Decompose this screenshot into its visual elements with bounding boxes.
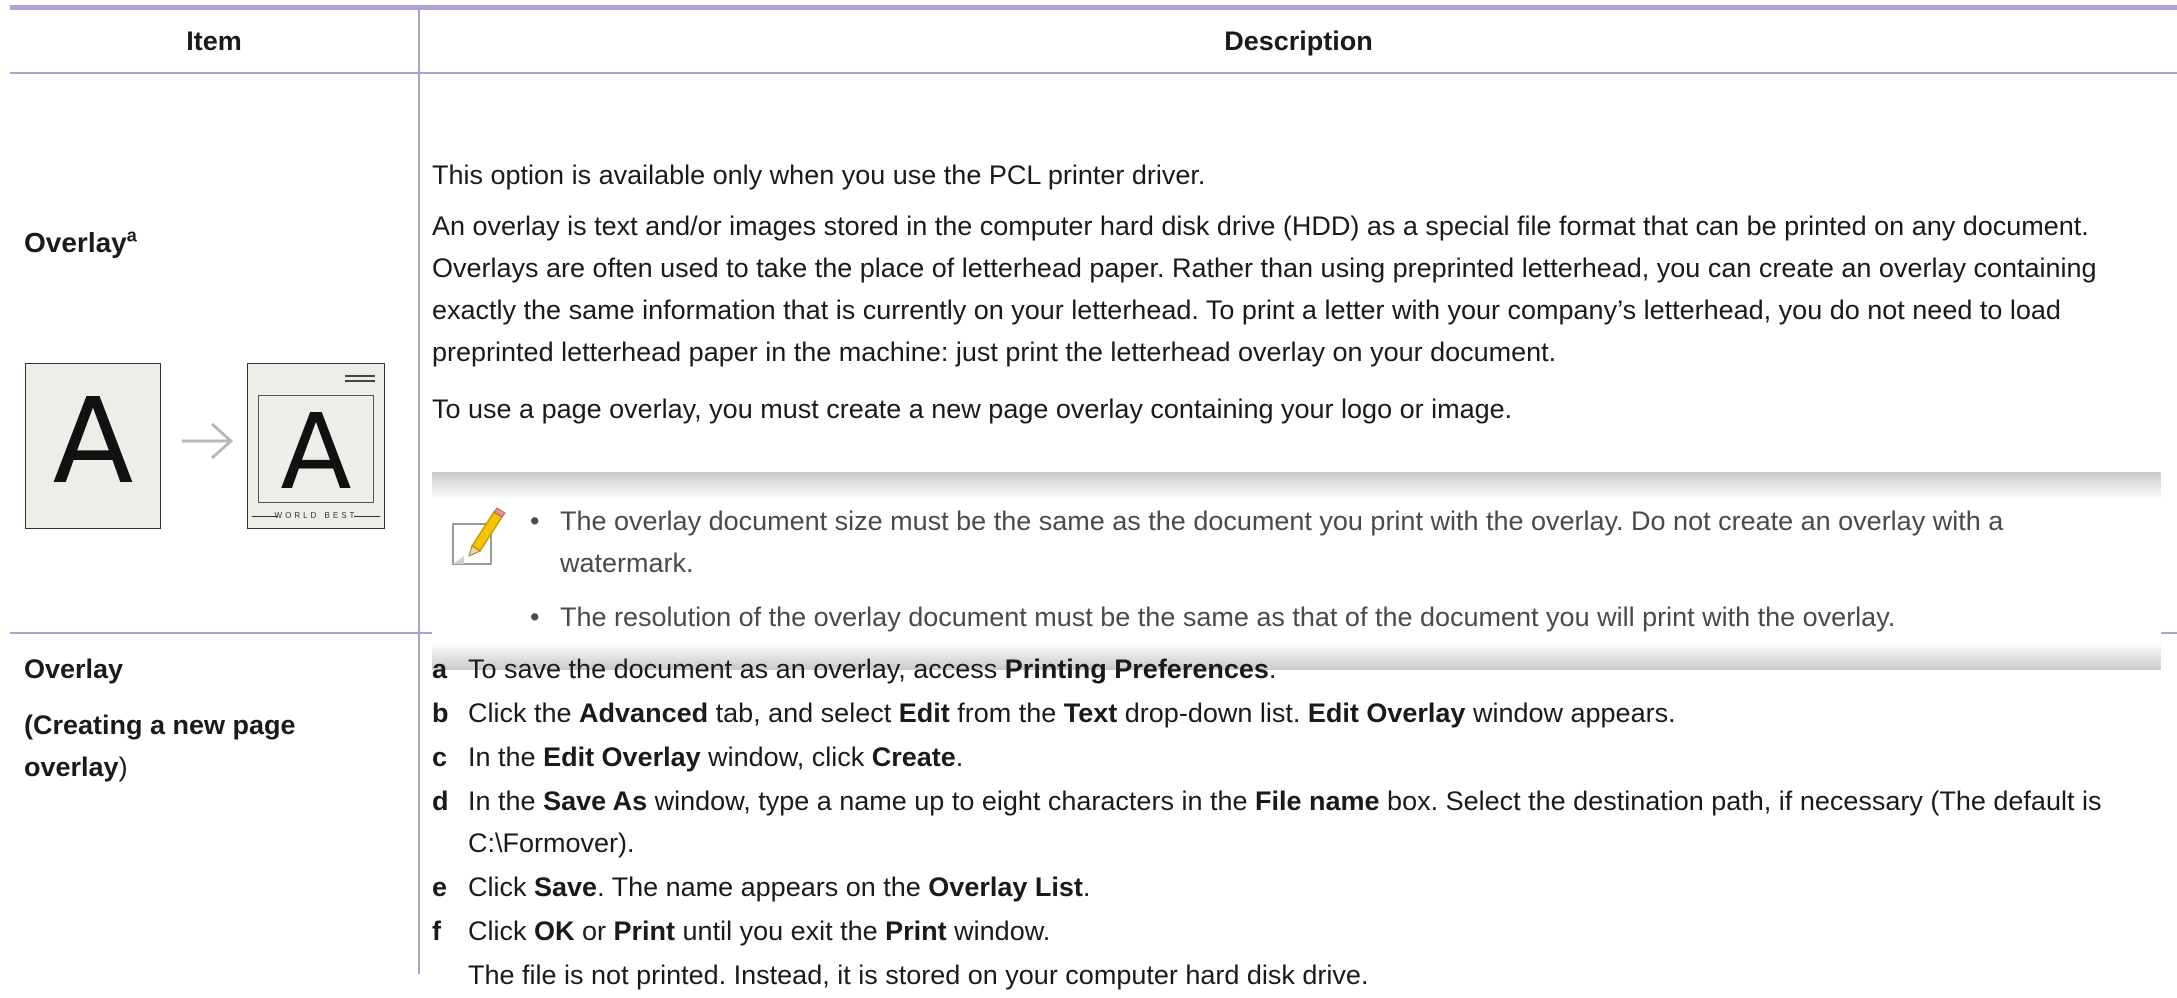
overlay-document-letter: A — [280, 391, 352, 513]
letterhead-footer-text: WORLD BEST — [274, 511, 358, 520]
table-row-create-overlay: Overlay (Creating a new page overlay) aT… — [10, 633, 2177, 990]
overlay-options-table: Item Description Overlaya A A WORLD BEST… — [10, 10, 2177, 990]
letterhead-line-icon — [345, 375, 375, 377]
overlay-item-cell: Overlaya A A WORLD BEST — [10, 73, 420, 634]
list-item: • The resolution of the overlay document … — [530, 596, 2140, 638]
step-item: a To save the document as an overlay, acc… — [432, 648, 2167, 690]
overlay-document-illustration: A WORLD BEST — [247, 363, 385, 529]
paragraph-pcl-note: This option is available only when you u… — [432, 160, 1206, 190]
item-column-header: Item — [10, 10, 420, 74]
step-label: a — [432, 654, 448, 684]
table-header-row: Item Description — [10, 10, 2177, 74]
letterhead-footer: WORLD BEST — [252, 510, 380, 522]
overlay-item-title: Overlaya — [24, 222, 137, 264]
create-overlay-item-cell: Overlay (Creating a new page overlay) — [10, 633, 420, 974]
overlay-frame: A — [258, 391, 374, 513]
step-label: c — [432, 742, 448, 772]
letterhead-line-icon — [345, 380, 375, 382]
step-item: e Click Save. The name appears on the Ove… — [432, 866, 2167, 908]
footnote-marker: a — [126, 225, 137, 246]
bullet-icon: • — [530, 602, 540, 632]
step-item: d In the Save As window, type a name up t… — [432, 780, 2167, 864]
overlay-description-cell: This option is available only when you u… — [419, 73, 2177, 670]
note-pencil-icon — [452, 507, 506, 565]
table-row-overlay: Overlaya A A WORLD BEST This option is a… — [10, 73, 2177, 670]
note-list: • The overlay document size must be the s… — [530, 500, 2140, 650]
description-column-header: Description — [419, 10, 2177, 74]
document-letter: A — [52, 372, 134, 510]
step-label: d — [432, 786, 449, 816]
create-overlay-subtitle: (Creating a new page overlay) — [24, 710, 296, 782]
plain-document-illustration: A — [25, 363, 161, 529]
paragraph-use-overlay: To use a page overlay, you must create a… — [432, 394, 1513, 424]
step-item: b Click the Advanced tab, and select Edit… — [432, 692, 2167, 734]
step-label: b — [432, 698, 449, 728]
bullet-icon: • — [530, 506, 540, 536]
paragraph-overlay-definition: An overlay is text and/or images stored … — [432, 211, 2097, 367]
step-item: f Click OK or Print until you exit the Pr… — [432, 910, 2167, 952]
create-overlay-title: Overlay — [24, 654, 124, 684]
arrow-right-icon — [182, 422, 234, 460]
create-overlay-description-cell: a To save the document as an overlay, acc… — [419, 633, 2177, 990]
step-label: f — [432, 916, 441, 946]
step-list: a To save the document as an overlay, acc… — [432, 648, 2167, 998]
overlay-title-text: Overlay — [24, 227, 127, 258]
step-label: e — [432, 872, 448, 902]
list-item: • The overlay document size must be the s… — [530, 500, 2140, 584]
step-item: c In the Edit Overlay window, click Creat… — [432, 736, 2167, 778]
step-note-text: The file is not printed. Instead, it is … — [468, 960, 1369, 990]
